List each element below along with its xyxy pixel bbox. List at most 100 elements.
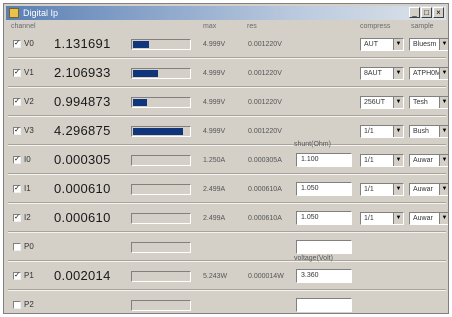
channel-row-v1: ✓ V1 2.106933 4.999V 0.001220V 8AUT ▼ ATPH0M ▼ (8, 60, 448, 88)
channel-row-p0: P0 (8, 234, 446, 262)
close-icon[interactable]: × (433, 7, 444, 18)
dropdown-arrow-icon[interactable]: ▼ (393, 184, 403, 195)
dropdown-arrow-icon[interactable]: ▼ (393, 39, 403, 50)
row-divider (8, 173, 446, 175)
channel-max: 4.999V (203, 41, 226, 48)
channel-value: 1.131691 (54, 36, 111, 51)
compress-value: 256UT (364, 99, 386, 106)
sample-value: Auwar (413, 186, 433, 193)
compress-select[interactable]: 1/1 ▼ (360, 212, 404, 225)
level-bar (131, 39, 191, 50)
channel-checkbox[interactable] (13, 243, 21, 251)
channel-res: 0.000610A (248, 186, 282, 193)
row-divider (8, 289, 446, 291)
channel-res: 0.000610A (248, 215, 282, 222)
compress-select[interactable]: 1/1 ▼ (360, 183, 404, 196)
channel-name: P2 (24, 300, 34, 309)
channel-row-p2: P2 (8, 292, 446, 313)
parameter-input[interactable] (296, 240, 352, 254)
channel-res: 0.001220V (248, 99, 282, 106)
channel-checkbox[interactable]: ✓ (13, 272, 21, 280)
title-bar[interactable]: Digital Ip _ □ × (6, 6, 446, 20)
level-bar (131, 271, 191, 282)
channel-res: 0.001220V (248, 41, 282, 48)
dropdown-arrow-icon[interactable]: ▼ (393, 155, 403, 166)
channel-checkbox[interactable]: ✓ (13, 185, 21, 193)
sample-select[interactable]: Bluesm ▼ (409, 38, 448, 51)
channel-name: V0 (24, 39, 34, 48)
channel-value: 0.994873 (54, 94, 111, 109)
compress-select[interactable]: 256UT ▼ (360, 96, 404, 109)
dropdown-arrow-icon[interactable]: ▼ (439, 97, 448, 108)
channel-res: 0.000305A (248, 157, 282, 164)
parameter-input[interactable]: 1.050 (296, 211, 352, 225)
sample-select[interactable]: Auwar ▼ (409, 183, 448, 196)
channel-max: 4.999V (203, 70, 226, 77)
level-bar (131, 155, 191, 166)
channel-checkbox[interactable]: ✓ (13, 214, 21, 222)
dropdown-arrow-icon[interactable]: ▼ (393, 213, 403, 224)
row-divider (8, 57, 446, 59)
channel-name: P0 (24, 242, 34, 251)
sample-value: Bush (413, 128, 429, 135)
compress-select[interactable]: 8AUT ▼ (360, 67, 404, 80)
dropdown-arrow-icon[interactable]: ▼ (439, 184, 448, 195)
channel-value: 0.002014 (54, 268, 111, 283)
channel-checkbox[interactable]: ✓ (13, 156, 21, 164)
channel-checkbox[interactable]: ✓ (13, 98, 21, 106)
row-divider (8, 144, 446, 146)
dropdown-arrow-icon[interactable]: ▼ (439, 68, 448, 79)
row-divider (8, 231, 446, 233)
compress-value: 8AUT (364, 70, 382, 77)
sample-select[interactable]: ATPH0M ▼ (409, 67, 448, 80)
channel-checkbox[interactable] (13, 301, 21, 309)
channel-checkbox[interactable]: ✓ (13, 127, 21, 135)
channel-row-i0: ✓ I0 0.000305 1.250A 0.000305A 1.100 1/1 ▼ Auwar… (8, 147, 448, 175)
voltage-volt-label: voltage(Volt) (294, 255, 333, 262)
compress-select[interactable]: 1/1 ▼ (360, 125, 404, 138)
header-res: res (247, 23, 257, 30)
level-bar (131, 242, 191, 253)
sample-select[interactable]: Auwar ▼ (409, 212, 448, 225)
channel-value: 4.296875 (54, 123, 111, 138)
shunt-ohm-label: shunt(Ohm) (294, 141, 331, 148)
compress-select[interactable]: AUT ▼ (360, 38, 404, 51)
level-bar (131, 213, 191, 224)
channel-row-v3: ✓ V3 4.296875 4.999V 0.001220V 1/1 ▼ Bush ▼ (8, 118, 448, 146)
parameter-input[interactable]: 1.050 (296, 182, 352, 196)
channel-value: 2.106933 (54, 65, 111, 80)
parameter-input[interactable]: 1.100 (296, 153, 352, 167)
level-bar-fill (133, 41, 149, 48)
maximize-icon[interactable]: □ (421, 7, 432, 18)
dropdown-arrow-icon[interactable]: ▼ (393, 68, 403, 79)
channel-name: I2 (24, 213, 31, 222)
sample-value: ATPH0M (413, 70, 441, 77)
channel-res: 0.001220V (248, 70, 282, 77)
sample-select[interactable]: Bush ▼ (409, 125, 448, 138)
dropdown-arrow-icon[interactable]: ▼ (393, 97, 403, 108)
minimize-icon[interactable]: _ (409, 7, 420, 18)
level-bar-fill (133, 128, 183, 135)
header-sample: sample (411, 23, 434, 30)
dropdown-arrow-icon[interactable]: ▼ (439, 126, 448, 137)
row-divider (8, 86, 446, 88)
channel-checkbox[interactable]: ✓ (13, 40, 21, 48)
channel-name: I1 (24, 184, 31, 193)
app-window: Digital Ip _ □ × channel max res compres… (3, 3, 449, 314)
channel-checkbox[interactable]: ✓ (13, 69, 21, 77)
dropdown-arrow-icon[interactable]: ▼ (439, 155, 448, 166)
row-divider (8, 115, 446, 117)
compress-select[interactable]: 1/1 ▼ (360, 154, 404, 167)
dropdown-arrow-icon[interactable]: ▼ (439, 39, 448, 50)
channel-name: V2 (24, 97, 34, 106)
parameter-input[interactable] (296, 298, 352, 312)
level-bar (131, 97, 191, 108)
channel-name: I0 (24, 155, 31, 164)
dropdown-arrow-icon[interactable]: ▼ (393, 126, 403, 137)
parameter-input[interactable]: 3.360 (296, 269, 352, 283)
dropdown-arrow-icon[interactable]: ▼ (439, 213, 448, 224)
sample-select[interactable]: Auwar ▼ (409, 154, 448, 167)
compress-value: 1/1 (364, 157, 374, 164)
sample-select[interactable]: Tesh ▼ (409, 96, 448, 109)
channel-res: 0.000014W (248, 273, 284, 280)
